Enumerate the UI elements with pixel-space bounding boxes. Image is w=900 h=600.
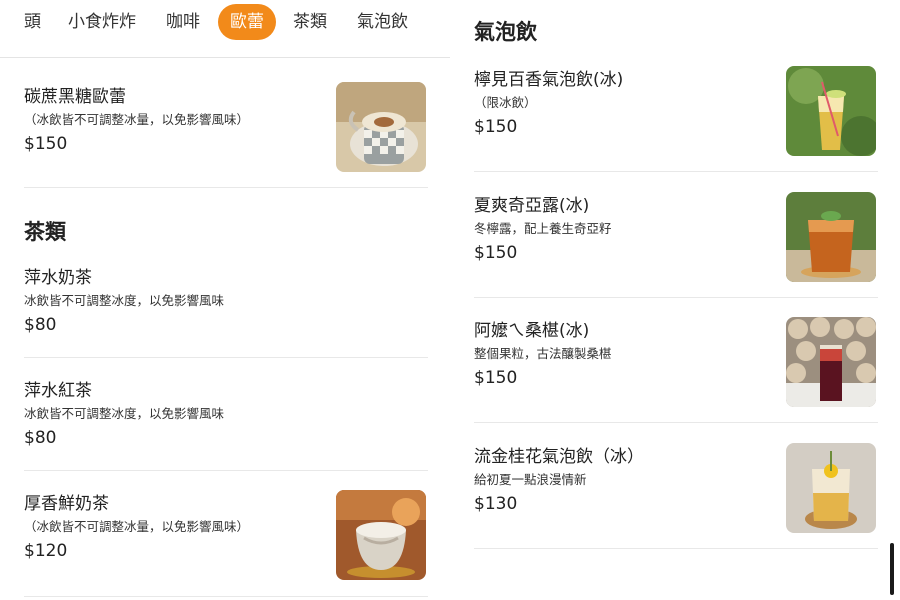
item-description: 冬檸露，配上養生奇亞籽: [474, 221, 612, 236]
item-price: $80: [24, 315, 57, 335]
tab-au-lait[interactable]: 歐蕾: [218, 4, 276, 40]
right-menu-panel: 氣泡飲 檸見百香氣泡飲(冰) （限冰飲） $150 夏爽奇亞露(冰) 冬檸露，配…: [450, 0, 900, 600]
item-price: $130: [474, 494, 518, 514]
item-divider: [24, 470, 428, 471]
tab-coffee[interactable]: 咖啡: [166, 4, 200, 40]
section-title-tea: 茶類: [24, 220, 66, 244]
item-description: 冰飲皆不可調整冰度，以免影響風味: [24, 293, 225, 308]
tab-snacks[interactable]: 小食炸炸: [68, 4, 136, 40]
left-menu-panel: 頭 小食炸炸 咖啡 歐蕾 茶類 氣泡飲 碳蔗黑糖歐蕾 （冰飲皆不可調整冰量，以免…: [0, 0, 450, 600]
drink-photo-icon[interactable]: [336, 82, 426, 172]
item-name: 流金桂花氣泡飲（冰）: [474, 447, 644, 467]
drink-photo-icon[interactable]: [786, 317, 876, 407]
tab-sparkling[interactable]: 氣泡飲: [357, 4, 408, 40]
menu-item[interactable]: 碳蔗黑糖歐蕾 （冰飲皆不可調整冰量，以免影響風味） $150: [24, 86, 249, 155]
item-divider: [474, 548, 878, 549]
item-description: （限冰飲）: [474, 95, 537, 110]
item-divider: [24, 357, 428, 358]
item-description: 整個果粒，古法釀製桑椹: [474, 346, 612, 361]
item-divider: [474, 297, 878, 298]
item-description: 冰飲皆不可調整冰度，以免影響風味: [24, 406, 225, 421]
drink-photo-icon[interactable]: [786, 192, 876, 282]
item-price: $80: [24, 428, 57, 448]
item-divider: [24, 187, 428, 188]
category-tab-bar: 頭 小食炸炸 咖啡 歐蕾 茶類 氣泡飲: [0, 0, 450, 58]
tab-category-head[interactable]: 頭: [24, 4, 41, 40]
item-divider: [474, 171, 878, 172]
menu-item[interactable]: 檸見百香氣泡飲(冰) （限冰飲） $150: [474, 69, 623, 138]
drink-photo-icon[interactable]: [786, 443, 876, 533]
item-divider: [24, 596, 428, 597]
item-name: 檸見百香氣泡飲(冰): [474, 70, 624, 90]
item-name: 夏爽奇亞露(冰): [474, 196, 590, 216]
menu-item[interactable]: 厚香鮮奶茶 （冰飲皆不可調整冰量，以免影響風味） $120: [24, 493, 249, 562]
drink-photo-icon[interactable]: [336, 490, 426, 580]
menu-item[interactable]: 萍水奶茶 冰飲皆不可調整冰度，以免影響風味 $80: [24, 267, 224, 336]
menu-item[interactable]: 阿嬤ㄟ桑椹(冰) 整個果粒，古法釀製桑椹 $150: [474, 320, 612, 389]
menu-item[interactable]: 萍水紅茶 冰飲皆不可調整冰度，以免影響風味 $80: [24, 380, 224, 449]
item-description: 給初夏一點浪漫情新: [474, 472, 587, 487]
item-price: $120: [24, 541, 68, 561]
item-divider: [474, 422, 878, 423]
menu-item[interactable]: 夏爽奇亞露(冰) 冬檸露，配上養生奇亞籽 $150: [474, 195, 612, 264]
item-price: $150: [474, 368, 518, 388]
item-name: 萍水奶茶: [24, 268, 92, 288]
tab-tea[interactable]: 茶類: [293, 4, 327, 40]
section-title-sparkling: 氣泡飲: [474, 20, 537, 44]
item-name: 碳蔗黑糖歐蕾: [24, 87, 126, 107]
item-price: $150: [24, 134, 68, 154]
item-description: （冰飲皆不可調整冰量，以免影響風味）: [24, 112, 250, 127]
item-name: 萍水紅茶: [24, 381, 92, 401]
item-price: $150: [474, 117, 518, 137]
item-price: $150: [474, 243, 518, 263]
drink-photo-icon[interactable]: [786, 66, 876, 156]
item-name: 厚香鮮奶茶: [24, 494, 109, 514]
item-description: （冰飲皆不可調整冰量，以免影響風味）: [24, 519, 250, 534]
scrollbar[interactable]: [890, 543, 894, 595]
item-name: 阿嬤ㄟ桑椹(冰): [474, 321, 590, 341]
menu-item[interactable]: 流金桂花氣泡飲（冰） 給初夏一點浪漫情新 $130: [474, 446, 644, 515]
